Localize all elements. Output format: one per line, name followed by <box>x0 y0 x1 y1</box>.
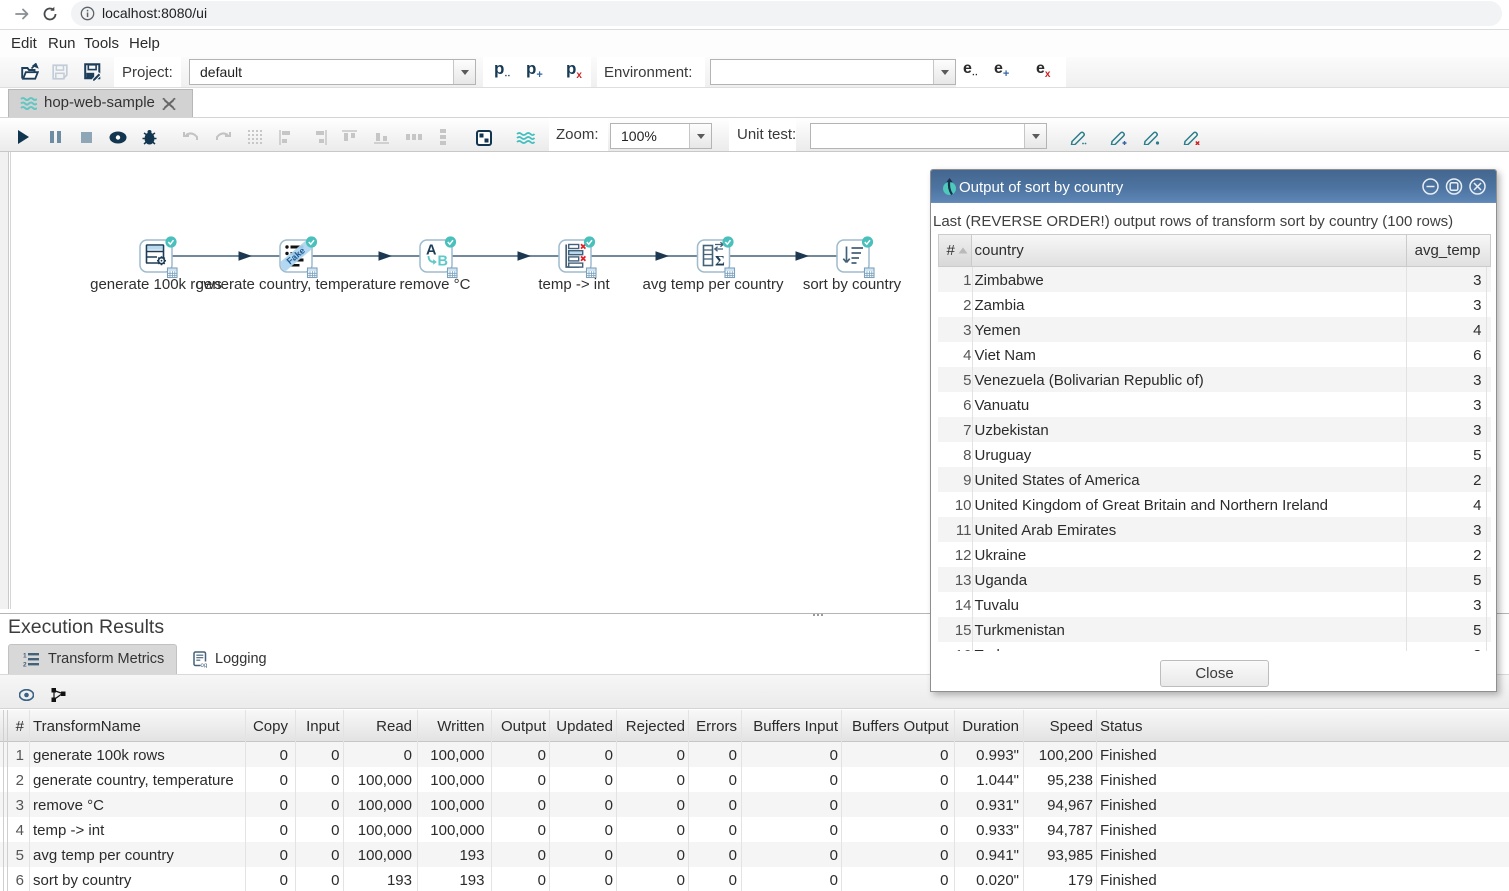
svg-text:Σ: Σ <box>715 254 725 270</box>
svg-text:B: B <box>438 254 448 270</box>
svg-text:og: og <box>201 663 208 668</box>
svg-text:avg temp per country: avg temp per country <box>643 276 784 293</box>
svg-text:1: 1 <box>23 653 27 660</box>
svg-text:temp -> int: temp -> int <box>538 276 610 293</box>
svg-text:generate country, temperature: generate country, temperature <box>196 276 397 293</box>
svg-text:remove °C: remove °C <box>399 276 470 293</box>
svg-text:sort by country: sort by country <box>803 276 902 293</box>
svg-text:2: 2 <box>23 662 27 668</box>
